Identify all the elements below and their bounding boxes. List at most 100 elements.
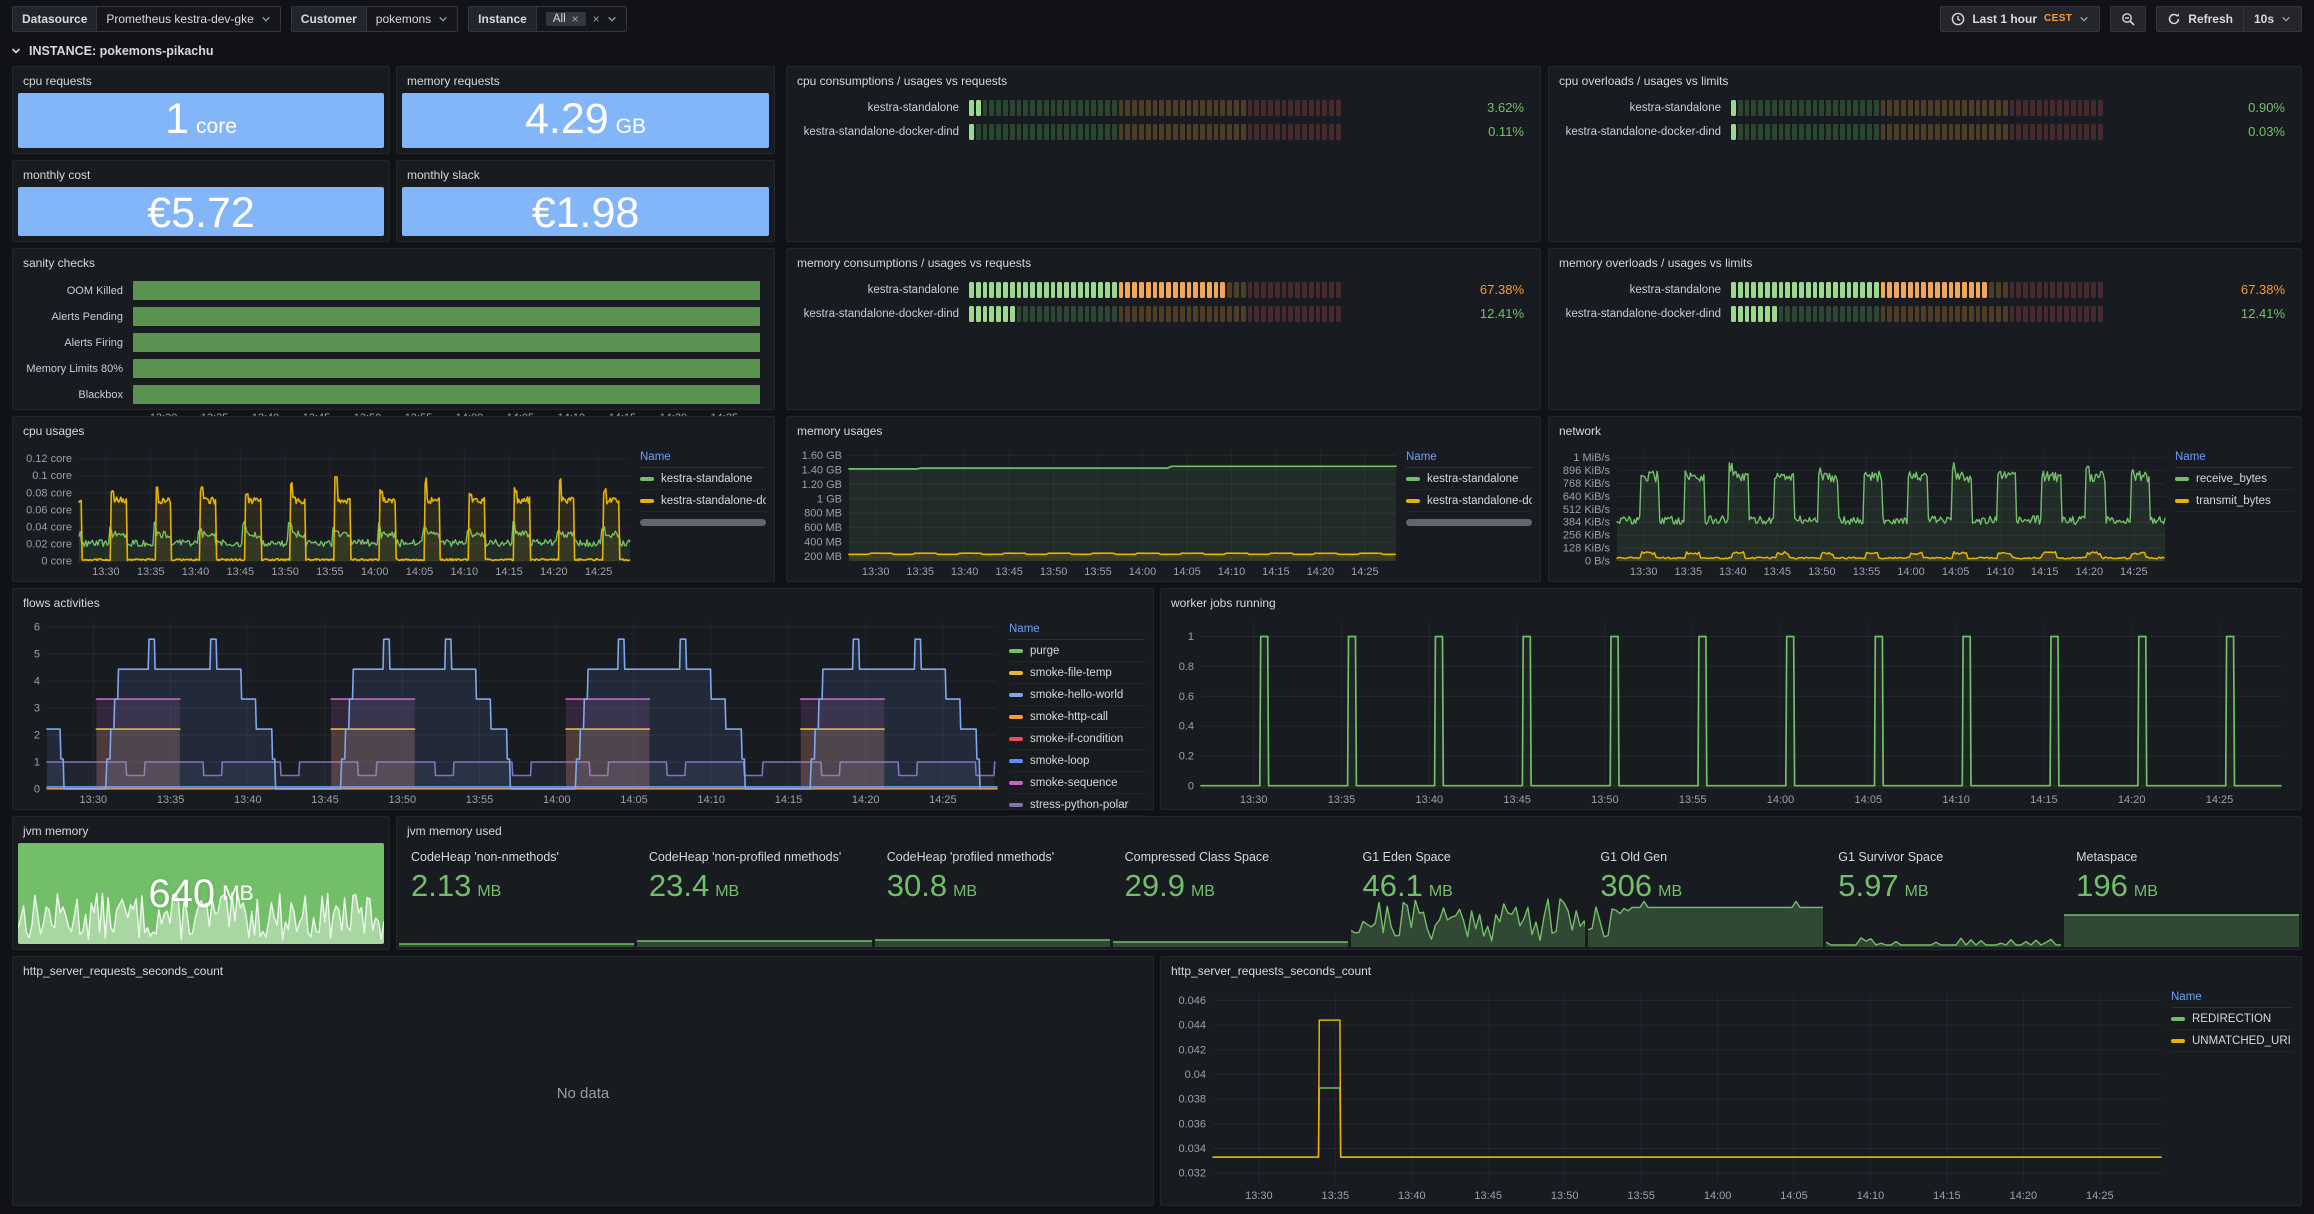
svg-text:13:35: 13:35 bbox=[137, 566, 165, 578]
legend-item[interactable]: kestra-standalone-docker-dind bbox=[1406, 490, 1532, 512]
legend-item[interactable]: kestra-standalone bbox=[640, 468, 766, 490]
jvm-memory-stat: 640 MB bbox=[18, 843, 384, 944]
panel-title[interactable]: memory consumptions / usages vs requests bbox=[787, 249, 1540, 275]
legend-item[interactable]: smoke-loop bbox=[1009, 750, 1145, 772]
legend-item[interactable]: UNMATCHED_URI bbox=[2171, 1030, 2293, 1052]
legend-scrollbar[interactable] bbox=[1406, 519, 1532, 526]
legend-item[interactable]: kestra-standalone bbox=[1406, 468, 1532, 490]
jvm-stat-sparkline bbox=[875, 932, 1110, 947]
jvm-stat-sparkline bbox=[637, 933, 872, 947]
legend-swatch bbox=[2175, 477, 2189, 481]
datasource-label: Datasource bbox=[13, 7, 97, 31]
datasource-picker[interactable]: Datasource Prometheus kestra-dev-gke bbox=[12, 6, 281, 32]
panel-title[interactable]: memory overloads / usages vs limits bbox=[1549, 249, 2301, 275]
legend-scrollbar[interactable] bbox=[640, 519, 766, 526]
legend-item[interactable]: transmit_bytes bbox=[2175, 490, 2293, 512]
svg-text:14:15: 14:15 bbox=[1933, 1190, 1961, 1202]
svg-text:1 MiB/s: 1 MiB/s bbox=[1573, 452, 1610, 464]
svg-text:13:50: 13:50 bbox=[389, 794, 417, 806]
zoom-out-button[interactable] bbox=[2110, 6, 2146, 32]
worker-jobs-chart[interactable]: 13:3013:3513:4013:4513:5013:5514:0014:05… bbox=[1165, 615, 2291, 807]
panel-title[interactable]: http_server_requests_seconds_count bbox=[1161, 957, 2301, 983]
svg-text:14:05: 14:05 bbox=[406, 566, 434, 578]
refresh-interval-picker[interactable]: 10s bbox=[2243, 6, 2302, 32]
dashboard-row-header[interactable]: INSTANCE: pokemons-pikachu bbox=[10, 44, 214, 58]
memory-usages-chart[interactable]: 13:3013:3513:4013:4513:5013:5514:0014:05… bbox=[791, 443, 1402, 579]
jvm-stat-sparkline bbox=[399, 935, 634, 947]
gauge-value: 12.41% bbox=[2103, 306, 2285, 321]
http-requests-chart[interactable]: 13:3013:3513:4013:4513:5013:5514:0014:05… bbox=[1165, 983, 2167, 1203]
panel-cpu-requests: cpu requests 1 core bbox=[12, 66, 390, 154]
gauge-row-label: kestra-standalone bbox=[787, 102, 969, 114]
cpu-usages-chart[interactable]: 13:3013:3513:4013:4513:5013:5514:0014:05… bbox=[17, 443, 636, 579]
svg-text:13:45: 13:45 bbox=[1474, 1190, 1502, 1202]
svg-text:14:00: 14:00 bbox=[543, 794, 571, 806]
sanity-row-label: Blackbox bbox=[17, 389, 133, 401]
legend-item[interactable]: smoke-sequence bbox=[1009, 772, 1145, 794]
jvm-stat-value: 29.9MB bbox=[1125, 868, 1336, 904]
svg-text:0.044: 0.044 bbox=[1178, 1020, 1206, 1032]
legend-item[interactable]: receive_bytes bbox=[2175, 468, 2293, 490]
panel-title[interactable]: monthly cost bbox=[13, 161, 389, 187]
gauge-row: kestra-standalone67.38% bbox=[1549, 281, 2285, 298]
bar-gauge bbox=[969, 306, 1341, 322]
legend-item[interactable]: smoke-file-temp bbox=[1009, 662, 1145, 684]
panel-title[interactable]: sanity checks bbox=[13, 249, 774, 275]
svg-text:13:35: 13:35 bbox=[157, 794, 185, 806]
clear-icon[interactable]: × bbox=[593, 13, 600, 25]
legend-swatch bbox=[2175, 499, 2189, 503]
instance-tag-all[interactable]: All× bbox=[546, 12, 586, 26]
svg-text:14:15: 14:15 bbox=[775, 794, 803, 806]
panel-title[interactable]: jvm memory bbox=[13, 817, 389, 843]
panel-title[interactable]: network bbox=[1549, 417, 2301, 443]
svg-text:13:30: 13:30 bbox=[1630, 566, 1658, 578]
legend-item[interactable]: smoke-hello-world bbox=[1009, 684, 1145, 706]
svg-text:13:30: 13:30 bbox=[92, 566, 120, 578]
network-chart[interactable]: 13:3013:3513:4013:4513:5013:5514:0014:05… bbox=[1553, 443, 2171, 579]
panel-title[interactable]: monthly slack bbox=[397, 161, 774, 187]
sanity-row: OOM Killed bbox=[17, 281, 760, 300]
legend-header: Name bbox=[2171, 987, 2293, 1008]
panel-memory-usages: memory usages 13:3013:3513:4013:4513:501… bbox=[786, 416, 1541, 582]
svg-text:0.06 core: 0.06 core bbox=[26, 504, 72, 516]
panel-memory-requests: memory requests 4.29 GB bbox=[396, 66, 775, 154]
legend-item[interactable]: smoke-http-call bbox=[1009, 706, 1145, 728]
zoom-out-icon bbox=[2121, 12, 2135, 26]
svg-text:13:50: 13:50 bbox=[1551, 1190, 1579, 1202]
panel-title[interactable]: http_server_requests_seconds_count bbox=[13, 957, 1153, 983]
gauge-row: kestra-standalone-docker-dind 12.41% bbox=[1549, 305, 2285, 322]
customer-picker[interactable]: Customer pokemons bbox=[291, 6, 458, 32]
panel-title[interactable]: memory requests bbox=[397, 67, 774, 93]
panel-title[interactable]: worker jobs running bbox=[1161, 589, 2301, 615]
remove-tag-icon[interactable]: × bbox=[572, 13, 579, 25]
gauge-row-label: kestra-standalone-docker-dind bbox=[1549, 308, 1731, 320]
panel-title[interactable]: cpu usages bbox=[13, 417, 774, 443]
jvm-stat-sparkline bbox=[2064, 907, 2299, 947]
legend-item[interactable]: kestra-standalone-docker-dind bbox=[640, 490, 766, 512]
svg-text:1.20 GB: 1.20 GB bbox=[802, 479, 842, 491]
gauge-value: 0.03% bbox=[2103, 124, 2285, 139]
svg-text:400 MB: 400 MB bbox=[804, 537, 842, 549]
svg-text:14:25: 14:25 bbox=[2086, 1190, 2114, 1202]
legend-header: Name bbox=[1406, 447, 1532, 468]
time-range-picker[interactable]: Last 1 hour CEST bbox=[1940, 6, 2100, 32]
panel-title[interactable]: cpu requests bbox=[13, 67, 389, 93]
panel-title[interactable]: jvm memory used bbox=[397, 817, 2301, 843]
panel-title[interactable]: memory usages bbox=[787, 417, 1540, 443]
chevron-down-icon bbox=[261, 14, 271, 24]
panel-title[interactable]: cpu overloads / usages vs limits bbox=[1549, 67, 2301, 93]
gauge-row: kestra-standalone0.90% bbox=[1549, 99, 2285, 116]
svg-text:13:55: 13:55 bbox=[1084, 566, 1112, 578]
panel-title[interactable]: cpu consumptions / usages vs requests bbox=[787, 67, 1540, 93]
svg-text:13:35: 13:35 bbox=[906, 566, 934, 578]
jvm-stat: Metaspace196MB bbox=[2064, 841, 2299, 947]
legend-item[interactable]: stress-python-polar bbox=[1009, 794, 1145, 816]
refresh-button[interactable]: Refresh bbox=[2156, 6, 2244, 32]
instance-picker[interactable]: Instance All× × bbox=[468, 6, 627, 32]
legend-swatch bbox=[1009, 715, 1023, 719]
flows-activities-chart[interactable]: 13:3013:3513:4013:4513:5013:5514:0014:05… bbox=[17, 615, 1003, 807]
legend-item[interactable]: smoke-if-condition bbox=[1009, 728, 1145, 750]
legend-item[interactable]: REDIRECTION bbox=[2171, 1008, 2293, 1030]
legend-item[interactable]: purge bbox=[1009, 640, 1145, 662]
panel-title[interactable]: flows activities bbox=[13, 589, 1153, 615]
